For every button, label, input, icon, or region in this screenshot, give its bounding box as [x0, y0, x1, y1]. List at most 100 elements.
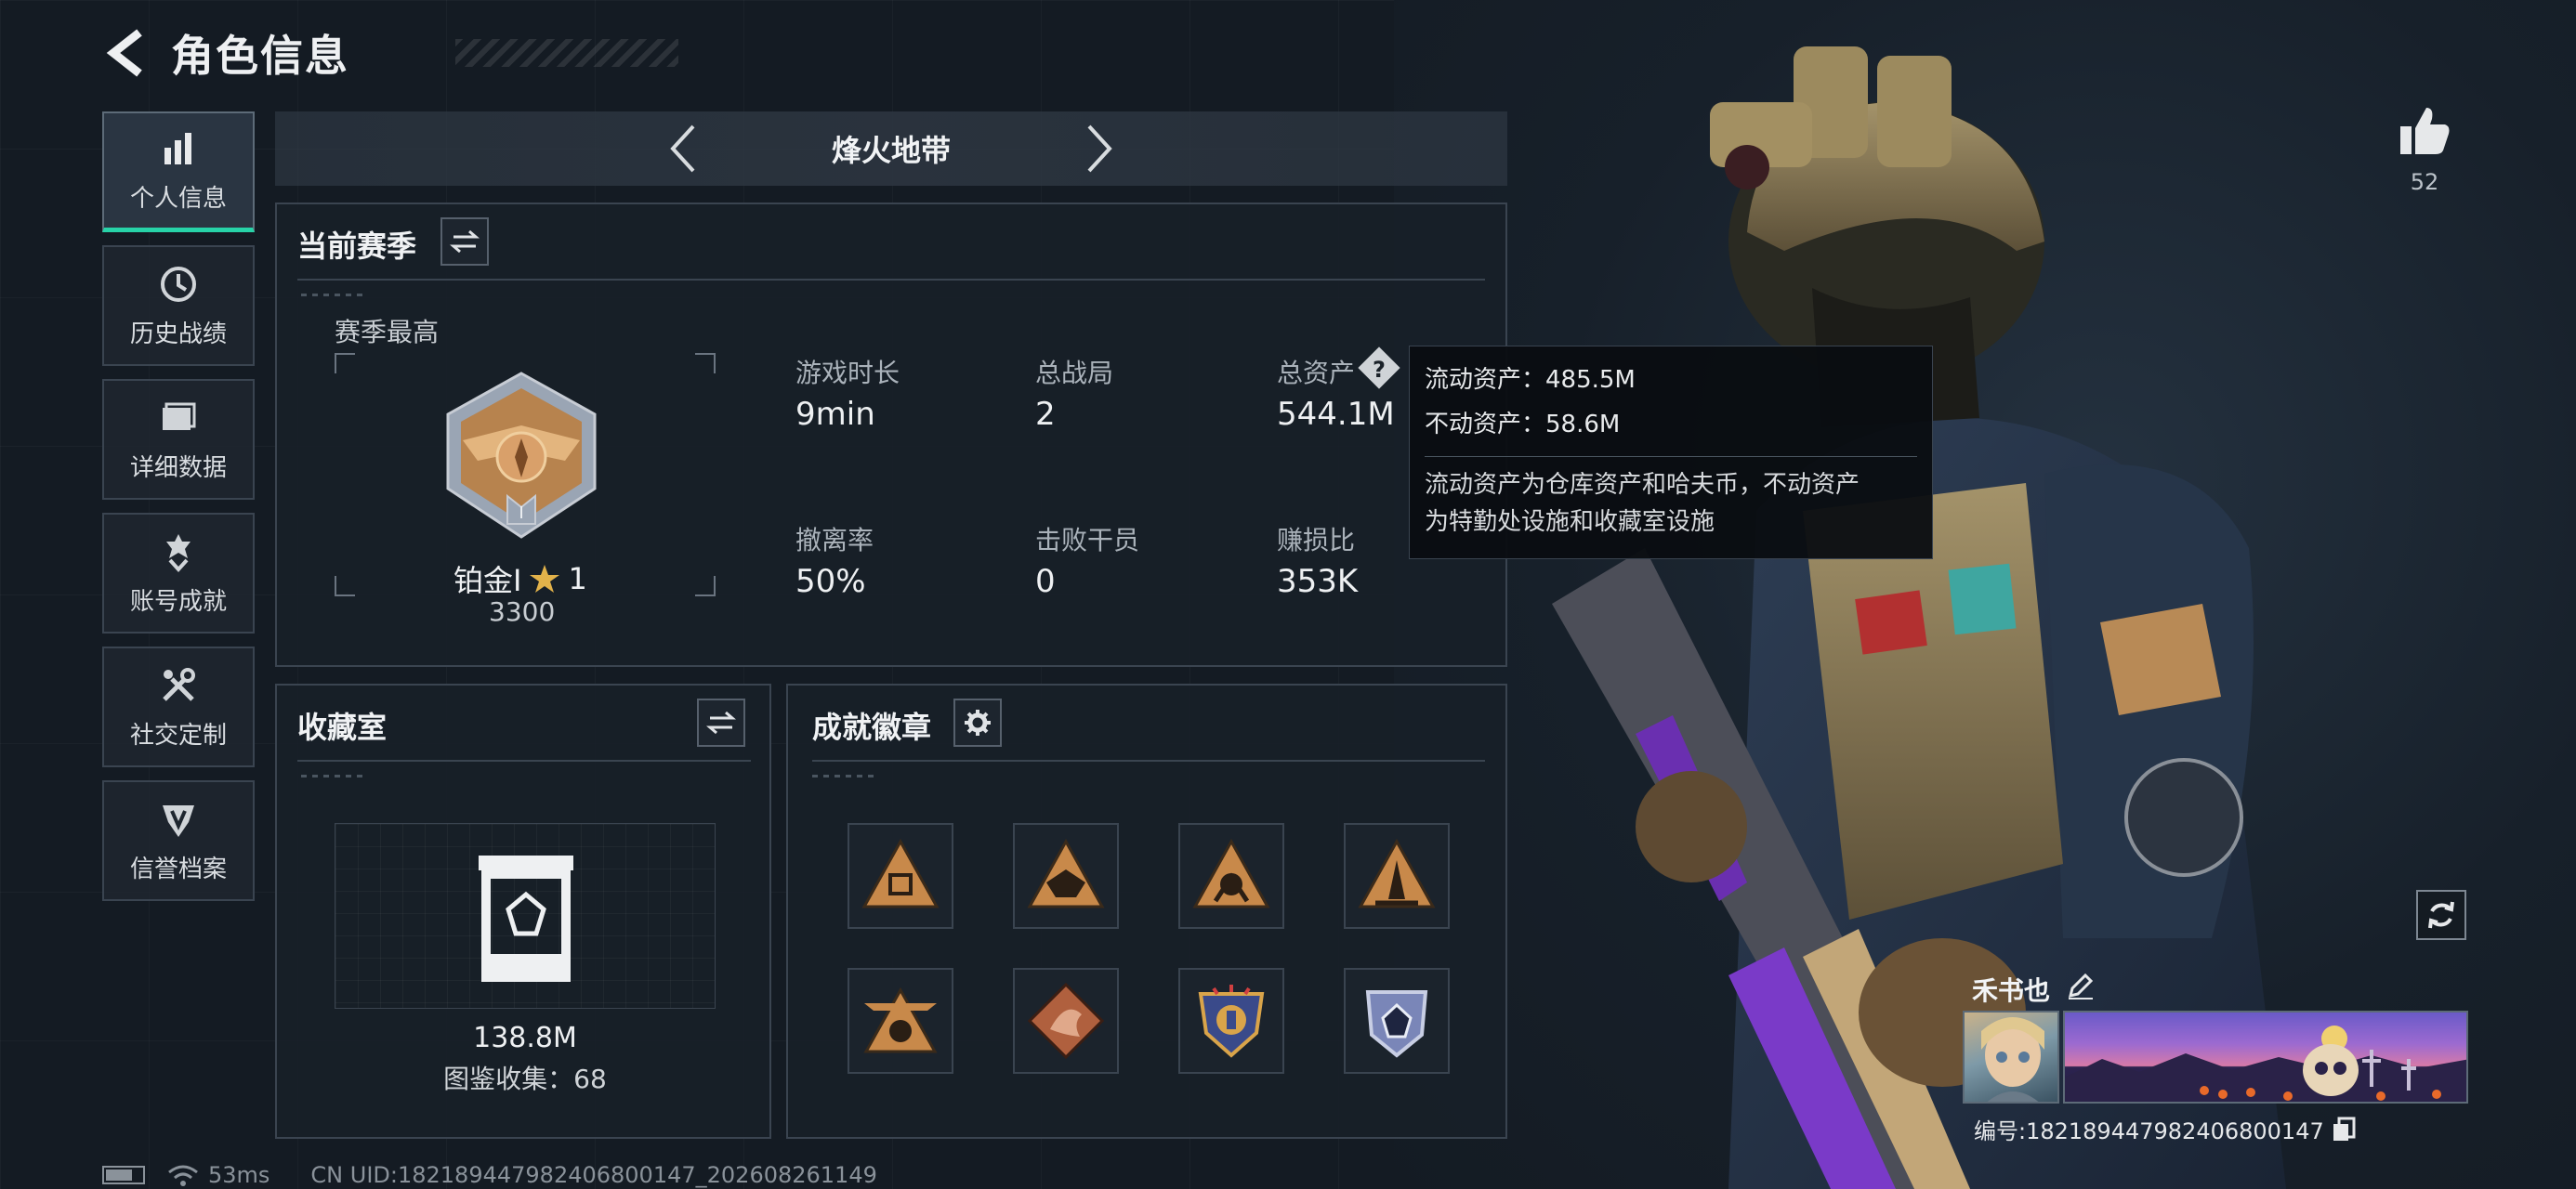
stat-value-playtime: 9min [795, 396, 875, 433]
sidebar-item-label: 详细数据 [129, 453, 227, 482]
badges-divider [812, 760, 1485, 762]
season-best-label: 赛季最高 [335, 317, 440, 347]
season-divider [297, 279, 1485, 281]
tooltip-liquid-assets: 流动资产：485.5M [1425, 366, 1636, 394]
stat-label-total-matches: 总战局 [1035, 358, 1114, 388]
sidebar-item-achievements[interactable]: 账号成就 [102, 513, 255, 634]
triangle-badge-icon [1358, 838, 1436, 908]
stat-value-profit-loss-ratio: 353K [1277, 563, 1359, 600]
collection-catalog: 图鉴收集：68 [443, 1064, 607, 1094]
rank-name-row: 铂金Ⅰ 1 [453, 557, 587, 600]
tooltip-fixed-assets: 不动资产：58.6M [1425, 411, 1621, 438]
ping-value: 53ms [208, 1162, 270, 1188]
divider-dots [301, 775, 362, 777]
shield-icon [163, 804, 194, 837]
stat-label-extraction-rate: 撤离率 [795, 525, 874, 555]
sidebar-item-history[interactable]: 历史战绩 [102, 245, 255, 366]
chevron-right-icon[interactable] [1080, 121, 1117, 176]
swap-icon [450, 229, 480, 254]
stat-value-total-matches: 2 [1035, 396, 1056, 433]
sidebar-item-label: 信誉档案 [129, 855, 227, 883]
tooltip-note: 流动资产为仓库资产和哈夫币，不动资产 为特勤处设施和收藏室设施 [1425, 456, 1917, 541]
stat-label-total-assets: 总资产 [1277, 358, 1356, 388]
divider-dots [301, 294, 362, 296]
sidebar-item-label: 社交定制 [129, 721, 227, 750]
badge-tile-2[interactable] [1013, 823, 1119, 929]
stat-value-operators-defeated: 0 [1035, 563, 1056, 600]
rank-emblem-icon: Ⅰ [446, 372, 597, 539]
collection-divider [297, 760, 751, 762]
badge-tile-8[interactable] [1344, 968, 1450, 1074]
page-header: 角色信息 [102, 20, 678, 85]
collection-panel: 收藏室 138.8M 图鉴收集：68 [275, 684, 771, 1139]
badge-tile-6[interactable] [1013, 968, 1119, 1074]
collection-preview[interactable] [335, 823, 716, 1009]
gear-icon [965, 710, 991, 736]
season-panel-title: 当前赛季 [297, 229, 417, 264]
chevron-left-icon[interactable] [665, 121, 703, 176]
like-count: 52 [2410, 169, 2439, 195]
divider-dots [812, 775, 874, 777]
stat-value-total-assets: 544.1M [1277, 396, 1395, 433]
folder-icon [163, 402, 196, 430]
page-title: 角色信息 [171, 31, 349, 81]
stat-value-extraction-rate: 50% [795, 563, 866, 600]
sidebar-item-social-custom[interactable]: 社交定制 [102, 647, 255, 767]
status-bar: 53ms CN UID:182189447982406800147_202608… [102, 1161, 877, 1189]
collection-switch-button[interactable] [697, 699, 745, 747]
edit-pencil-icon[interactable] [2065, 970, 2096, 1001]
thumbs-up-icon[interactable] [2397, 102, 2452, 158]
server-uid: CN UID:182189447982406800147_20260826114… [310, 1162, 877, 1188]
sidebar-item-personal-info[interactable]: 个人信息 [102, 111, 255, 232]
refresh-icon [2428, 901, 2454, 929]
season-switch-button[interactable] [440, 217, 489, 266]
help-icon-glyph: ? [1373, 357, 1386, 383]
back-arrow-icon[interactable] [102, 25, 149, 81]
tooltip-note-line-1: 流动资产为仓库资产和哈夫币，不动资产 [1425, 471, 1860, 499]
dragon-badge-icon [1027, 982, 1105, 1060]
svg-text:Ⅰ: Ⅰ [519, 503, 523, 523]
badge-tile-4[interactable] [1344, 823, 1450, 929]
badge-tile-1[interactable] [848, 823, 953, 929]
triangle-badge-icon [1192, 838, 1270, 908]
player-uid-row: 编号:182189447982406800147 [1974, 1113, 2356, 1145]
sidebar-item-label: 账号成就 [129, 587, 227, 616]
triangle-badge-icon [861, 838, 940, 908]
like-widget: 52 [2394, 102, 2455, 195]
collection-value: 138.8M [473, 1022, 577, 1054]
triangle-badge-icon [1027, 838, 1105, 908]
season-panel: 当前赛季 赛季最高 Ⅰ 铂金Ⅰ 1 3300 游戏时长 9min 总战局 2 总… [275, 203, 1507, 667]
avatar[interactable] [1963, 1011, 2059, 1104]
mode-selector: 烽火地带 [275, 111, 1507, 186]
shield-badge-icon [1198, 985, 1265, 1058]
achievement-icon [166, 533, 191, 572]
sidebar-item-label: 历史战绩 [129, 320, 227, 348]
tools-icon [163, 667, 195, 701]
assets-tooltip: 流动资产：485.5M 不动资产：58.6M 流动资产为仓库资产和哈夫币，不动资… [1409, 346, 1933, 559]
stat-label-playtime: 游戏时长 [795, 358, 900, 388]
title-decoration [455, 39, 678, 67]
badge-tile-5[interactable] [848, 968, 953, 1074]
badge-tile-7[interactable] [1178, 968, 1284, 1074]
crest-badge-icon [1365, 990, 1428, 1058]
badges-settings-button[interactable] [953, 699, 1002, 747]
swap-icon [706, 711, 736, 735]
stat-label-profit-loss-ratio: 赚损比 [1277, 525, 1356, 555]
collection-title: 收藏室 [297, 710, 388, 745]
badges-title: 成就徽章 [812, 710, 932, 745]
rank-stars: 1 [568, 561, 587, 596]
battery-icon [102, 1166, 145, 1184]
bar-chart-icon [164, 133, 191, 164]
sidebar-item-detailed-data[interactable]: 详细数据 [102, 379, 255, 500]
copy-icon[interactable] [2332, 1117, 2356, 1143]
star-icon [530, 565, 560, 593]
clock-icon [161, 266, 196, 302]
sidebar-item-credit-record[interactable]: 信誉档案 [102, 780, 255, 901]
player-name: 禾书也 [1972, 975, 2051, 1006]
mode-label: 烽火地带 [831, 133, 951, 168]
tooltip-note-line-2: 为特勤处设施和收藏室设施 [1425, 508, 1715, 536]
refresh-button[interactable] [2416, 890, 2466, 940]
badge-tile-3[interactable] [1178, 823, 1284, 929]
sidebar-item-label: 个人信息 [129, 185, 227, 213]
sidebar: 个人信息 历史战绩 详细数据 账号成就 社交定制 信誉档案 [102, 111, 255, 914]
